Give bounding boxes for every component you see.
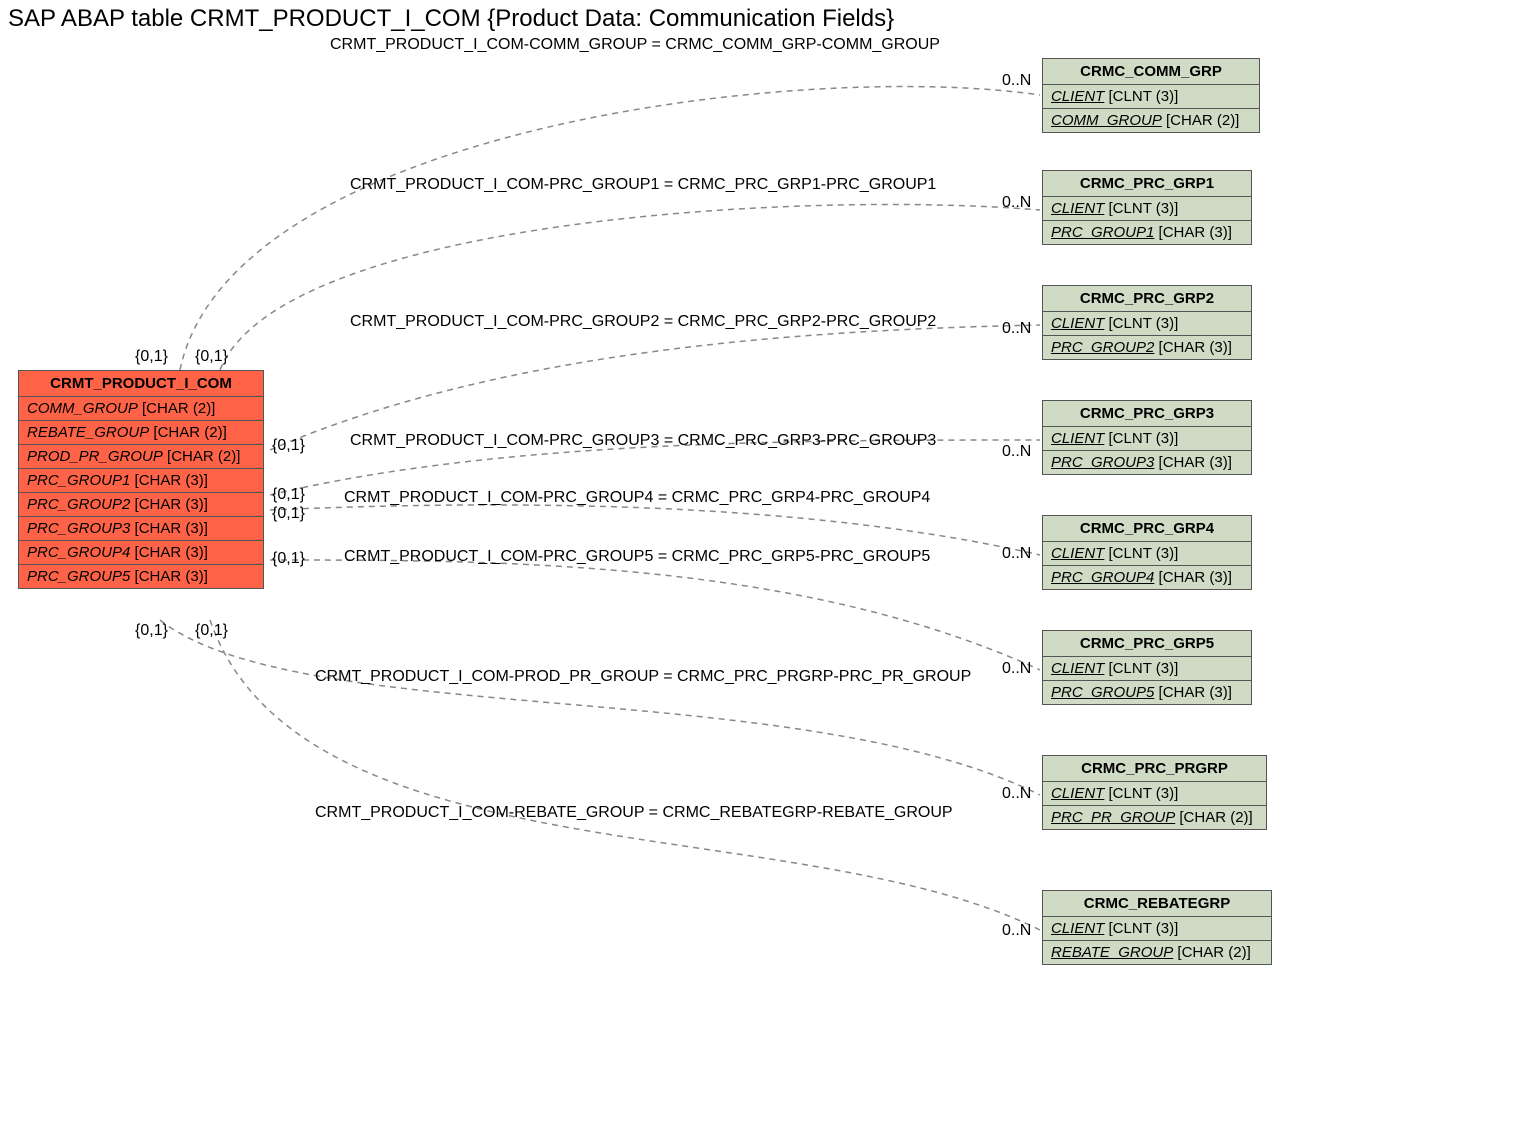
entity-header: CRMC_REBATEGRP bbox=[1043, 891, 1271, 917]
entity-crmc-prc-grp4: CRMC_PRC_GRP4 CLIENT [CLNT (3)] PRC_GROU… bbox=[1042, 515, 1252, 590]
entity-crmc-rebategrp: CRMC_REBATEGRP CLIENT [CLNT (3)] REBATE_… bbox=[1042, 890, 1272, 965]
field-row: CLIENT [CLNT (3)] bbox=[1043, 197, 1251, 221]
relation-label: CRMT_PRODUCT_I_COM-PRC_GROUP3 = CRMC_PRC… bbox=[350, 432, 936, 450]
entity-crmc-comm-grp: CRMC_COMM_GRP CLIENT [CLNT (3)] COMM_GRO… bbox=[1042, 58, 1260, 133]
entity-crmt-product-i-com: CRMT_PRODUCT_I_COM COMM_GROUP [CHAR (2)]… bbox=[18, 370, 264, 589]
entity-crmc-prc-prgrp: CRMC_PRC_PRGRP CLIENT [CLNT (3)] PRC_PR_… bbox=[1042, 755, 1267, 830]
entity-header: CRMC_PRC_GRP1 bbox=[1043, 171, 1251, 197]
cardinality-source: {0,1} bbox=[195, 622, 228, 640]
field-row: PRC_GROUP1 [CHAR (3)] bbox=[19, 469, 263, 493]
cardinality-source: {0,1} bbox=[272, 505, 305, 523]
field-row: PRC_GROUP5 [CHAR (3)] bbox=[19, 565, 263, 588]
entity-header: CRMC_PRC_GRP2 bbox=[1043, 286, 1251, 312]
field-row: PROD_PR_GROUP [CHAR (2)] bbox=[19, 445, 263, 469]
field-row: PRC_GROUP3 [CHAR (3)] bbox=[19, 517, 263, 541]
field-row: COMM_GROUP [CHAR (2)] bbox=[1043, 109, 1259, 132]
cardinality-target: 0..N bbox=[1002, 443, 1031, 461]
field-row: REBATE_GROUP [CHAR (2)] bbox=[1043, 941, 1271, 964]
cardinality-target: 0..N bbox=[1002, 922, 1031, 940]
field-row: PRC_GROUP4 [CHAR (3)] bbox=[19, 541, 263, 565]
field-row: PRC_GROUP3 [CHAR (3)] bbox=[1043, 451, 1251, 474]
cardinality-target: 0..N bbox=[1002, 785, 1031, 803]
relation-label: CRMT_PRODUCT_I_COM-REBATE_GROUP = CRMC_R… bbox=[315, 804, 953, 822]
entity-header: CRMC_PRC_GRP3 bbox=[1043, 401, 1251, 427]
field-row: REBATE_GROUP [CHAR (2)] bbox=[19, 421, 263, 445]
field-row: CLIENT [CLNT (3)] bbox=[1043, 782, 1266, 806]
cardinality-source: {0,1} bbox=[135, 622, 168, 640]
entity-header: CRMT_PRODUCT_I_COM bbox=[19, 371, 263, 397]
cardinality-source: {0,1} bbox=[272, 437, 305, 455]
entity-header: CRMC_PRC_GRP4 bbox=[1043, 516, 1251, 542]
field-row: PRC_GROUP5 [CHAR (3)] bbox=[1043, 681, 1251, 704]
cardinality-target: 0..N bbox=[1002, 72, 1031, 90]
cardinality-source: {0,1} bbox=[272, 486, 305, 504]
cardinality-target: 0..N bbox=[1002, 545, 1031, 563]
entity-crmc-prc-grp1: CRMC_PRC_GRP1 CLIENT [CLNT (3)] PRC_GROU… bbox=[1042, 170, 1252, 245]
field-row: PRC_PR_GROUP [CHAR (2)] bbox=[1043, 806, 1266, 829]
cardinality-source: {0,1} bbox=[195, 348, 228, 366]
entity-crmc-prc-grp5: CRMC_PRC_GRP5 CLIENT [CLNT (3)] PRC_GROU… bbox=[1042, 630, 1252, 705]
cardinality-source: {0,1} bbox=[135, 348, 168, 366]
relation-label: CRMT_PRODUCT_I_COM-COMM_GROUP = CRMC_COM… bbox=[330, 36, 940, 54]
field-row: CLIENT [CLNT (3)] bbox=[1043, 917, 1271, 941]
relation-label: CRMT_PRODUCT_I_COM-PRC_GROUP2 = CRMC_PRC… bbox=[350, 313, 936, 331]
field-row: COMM_GROUP [CHAR (2)] bbox=[19, 397, 263, 421]
relation-label: CRMT_PRODUCT_I_COM-PRC_GROUP4 = CRMC_PRC… bbox=[344, 489, 930, 507]
cardinality-target: 0..N bbox=[1002, 320, 1031, 338]
field-row: CLIENT [CLNT (3)] bbox=[1043, 85, 1259, 109]
page-title: SAP ABAP table CRMT_PRODUCT_I_COM {Produ… bbox=[8, 5, 894, 33]
field-row: CLIENT [CLNT (3)] bbox=[1043, 657, 1251, 681]
field-row: PRC_GROUP2 [CHAR (3)] bbox=[1043, 336, 1251, 359]
field-row: PRC_GROUP1 [CHAR (3)] bbox=[1043, 221, 1251, 244]
field-row: CLIENT [CLNT (3)] bbox=[1043, 542, 1251, 566]
entity-header: CRMC_PRC_GRP5 bbox=[1043, 631, 1251, 657]
entity-crmc-prc-grp2: CRMC_PRC_GRP2 CLIENT [CLNT (3)] PRC_GROU… bbox=[1042, 285, 1252, 360]
entity-header: CRMC_PRC_PRGRP bbox=[1043, 756, 1266, 782]
field-row: CLIENT [CLNT (3)] bbox=[1043, 427, 1251, 451]
cardinality-source: {0,1} bbox=[272, 550, 305, 568]
field-row: PRC_GROUP4 [CHAR (3)] bbox=[1043, 566, 1251, 589]
cardinality-target: 0..N bbox=[1002, 194, 1031, 212]
field-row: CLIENT [CLNT (3)] bbox=[1043, 312, 1251, 336]
entity-header: CRMC_COMM_GRP bbox=[1043, 59, 1259, 85]
field-row: PRC_GROUP2 [CHAR (3)] bbox=[19, 493, 263, 517]
relation-label: CRMT_PRODUCT_I_COM-PROD_PR_GROUP = CRMC_… bbox=[315, 668, 971, 686]
cardinality-target: 0..N bbox=[1002, 660, 1031, 678]
relation-label: CRMT_PRODUCT_I_COM-PRC_GROUP1 = CRMC_PRC… bbox=[350, 176, 936, 194]
entity-crmc-prc-grp3: CRMC_PRC_GRP3 CLIENT [CLNT (3)] PRC_GROU… bbox=[1042, 400, 1252, 475]
relation-label: CRMT_PRODUCT_I_COM-PRC_GROUP5 = CRMC_PRC… bbox=[344, 548, 930, 566]
